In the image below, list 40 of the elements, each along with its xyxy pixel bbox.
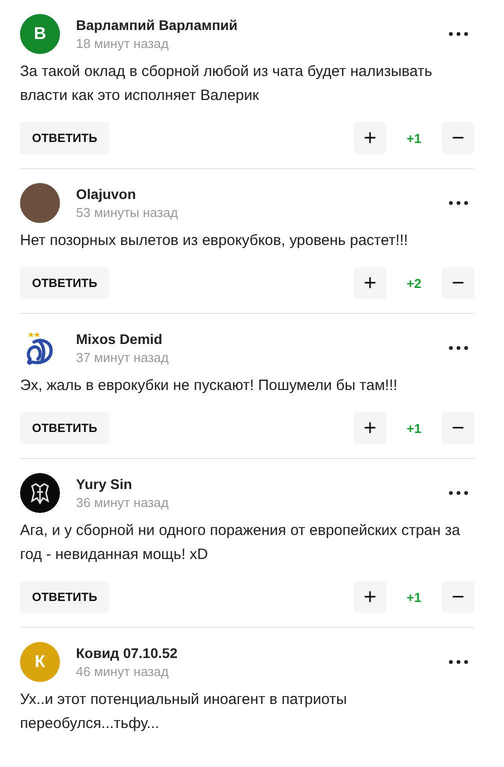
comment-time: 37 минут назад xyxy=(76,348,170,366)
more-icon[interactable] xyxy=(449,346,468,350)
comment-text: За такой оклад в сборной любой из чата будет нализывать власти как это исполняет Валерик xyxy=(20,62,434,106)
comment-text: Ага, и у сборной ни одного поражения от европейских стран за год - невиданная мощь! xD xyxy=(20,521,462,565)
more-icon[interactable] xyxy=(449,201,468,205)
reply-button[interactable]: ОТВЕТИТЬ xyxy=(20,122,110,154)
comment-time: 46 минут назад xyxy=(76,662,170,680)
downvote-button[interactable]: − xyxy=(442,122,474,154)
comment-text: Нет позорных вылетов из еврокубков, уровень растет!!! xyxy=(20,231,409,251)
more-icon[interactable] xyxy=(449,32,468,36)
author-name[interactable]: Yury Sin xyxy=(76,474,449,494)
avatar-circle: В xyxy=(20,14,60,54)
reply-button[interactable]: ОТВЕТИТЬ xyxy=(20,581,110,613)
author-name[interactable]: Ковид 07.10.52 xyxy=(76,644,449,662)
avatar-circle: К xyxy=(20,642,60,682)
more-icon[interactable] xyxy=(449,660,468,664)
upvote-button[interactable]: + xyxy=(354,581,386,613)
comment-text: Ух..и этот потенциальный иноагент в патриоты переобулся...тьфу... xyxy=(20,690,348,734)
downvote-button[interactable]: − xyxy=(442,412,474,444)
photo-placeholder xyxy=(20,183,60,223)
comment-text: Эх, жаль в еврокубки не пускают! Пошумели бы там!!! xyxy=(20,376,398,396)
more-icon[interactable] xyxy=(449,491,468,495)
author-name[interactable]: Варлампий Варлампий xyxy=(76,16,449,34)
vote-score: +1 xyxy=(406,420,422,436)
comment-time: 18 минут назад xyxy=(76,34,170,52)
comment-time: 36 минут назад xyxy=(76,494,170,512)
downvote-button[interactable]: − xyxy=(442,267,474,299)
emblem-icon xyxy=(20,473,60,513)
upvote-button[interactable]: + xyxy=(354,122,386,154)
downvote-button[interactable]: − xyxy=(442,581,474,613)
vote-score: +1 xyxy=(406,130,422,146)
vote-score: +2 xyxy=(406,276,422,290)
reply-button[interactable]: ОТВЕТИТЬ xyxy=(20,267,110,299)
reply-button[interactable]: ОТВЕТИТЬ xyxy=(20,412,110,444)
vote-score: +1 xyxy=(406,590,422,604)
comment-time: 53 минуты назад xyxy=(76,204,179,222)
upvote-button[interactable]: + xyxy=(354,267,386,299)
upvote-button[interactable]: + xyxy=(354,412,386,444)
author-name[interactable]: Mixos Demid xyxy=(76,330,449,348)
author-name[interactable]: Olajuvon xyxy=(76,184,449,204)
